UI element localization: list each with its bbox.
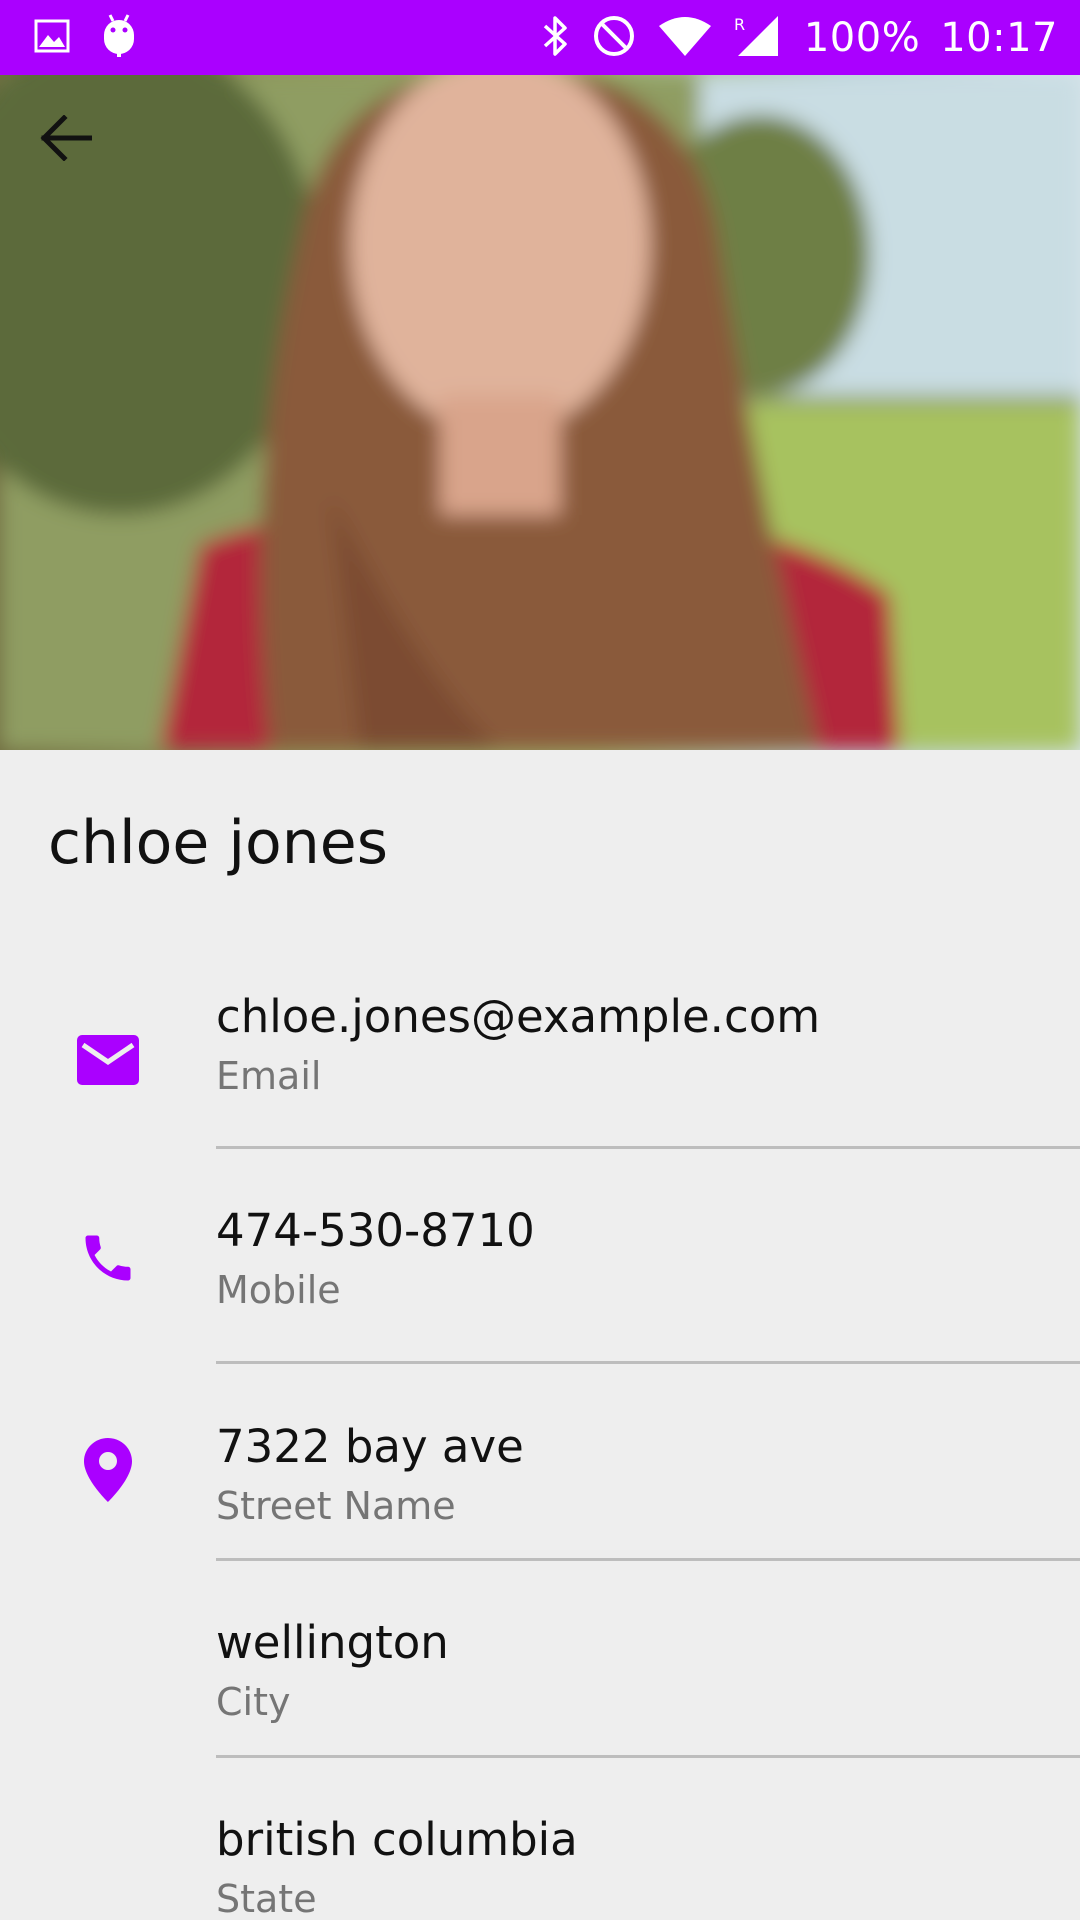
state-label: State — [216, 1877, 317, 1920]
city-value: wellington — [216, 1616, 449, 1669]
contact-photo — [0, 75, 1080, 750]
city-row[interactable]: wellington City — [0, 1608, 1080, 1758]
city-label: City — [216, 1680, 291, 1724]
gallery-icon — [34, 19, 70, 57]
email-icon — [70, 1022, 146, 1098]
battery-percent: 100% — [803, 14, 921, 61]
back-button[interactable] — [40, 115, 130, 205]
divider — [216, 1558, 1080, 1561]
back-arrow-icon — [40, 115, 92, 161]
email-row[interactable]: chloe.jones@example.com Email — [0, 980, 1080, 1150]
bluetooth-icon — [540, 14, 570, 62]
email-label: Email — [216, 1054, 322, 1098]
location-pin-icon — [70, 1432, 146, 1508]
state-row[interactable]: british columbia State — [0, 1805, 1080, 1920]
street-value: 7322 bay ave — [216, 1420, 524, 1473]
clock: 10:17 — [940, 14, 1058, 61]
do-not-disturb-icon — [592, 14, 636, 62]
street-row[interactable]: 7322 bay ave Street Name — [0, 1412, 1080, 1562]
phone-label: Mobile — [216, 1268, 341, 1312]
street-label: Street Name — [216, 1484, 456, 1528]
signal-icon: R — [734, 14, 782, 62]
state-value: british columbia — [216, 1813, 578, 1866]
mobile-row[interactable]: 474-530-8710 Mobile — [0, 1196, 1080, 1366]
phone-value: 474-530-8710 — [216, 1204, 535, 1257]
status-bar: R 100% 10:17 — [0, 0, 1080, 75]
divider — [216, 1361, 1080, 1364]
svg-text:R: R — [734, 15, 745, 34]
email-value: chloe.jones@example.com — [216, 990, 821, 1043]
android-icon — [102, 13, 136, 63]
phone-icon — [70, 1220, 146, 1296]
divider — [216, 1146, 1080, 1149]
contact-name: chloe jones — [48, 808, 388, 878]
divider — [216, 1755, 1080, 1758]
wifi-icon — [658, 16, 712, 60]
